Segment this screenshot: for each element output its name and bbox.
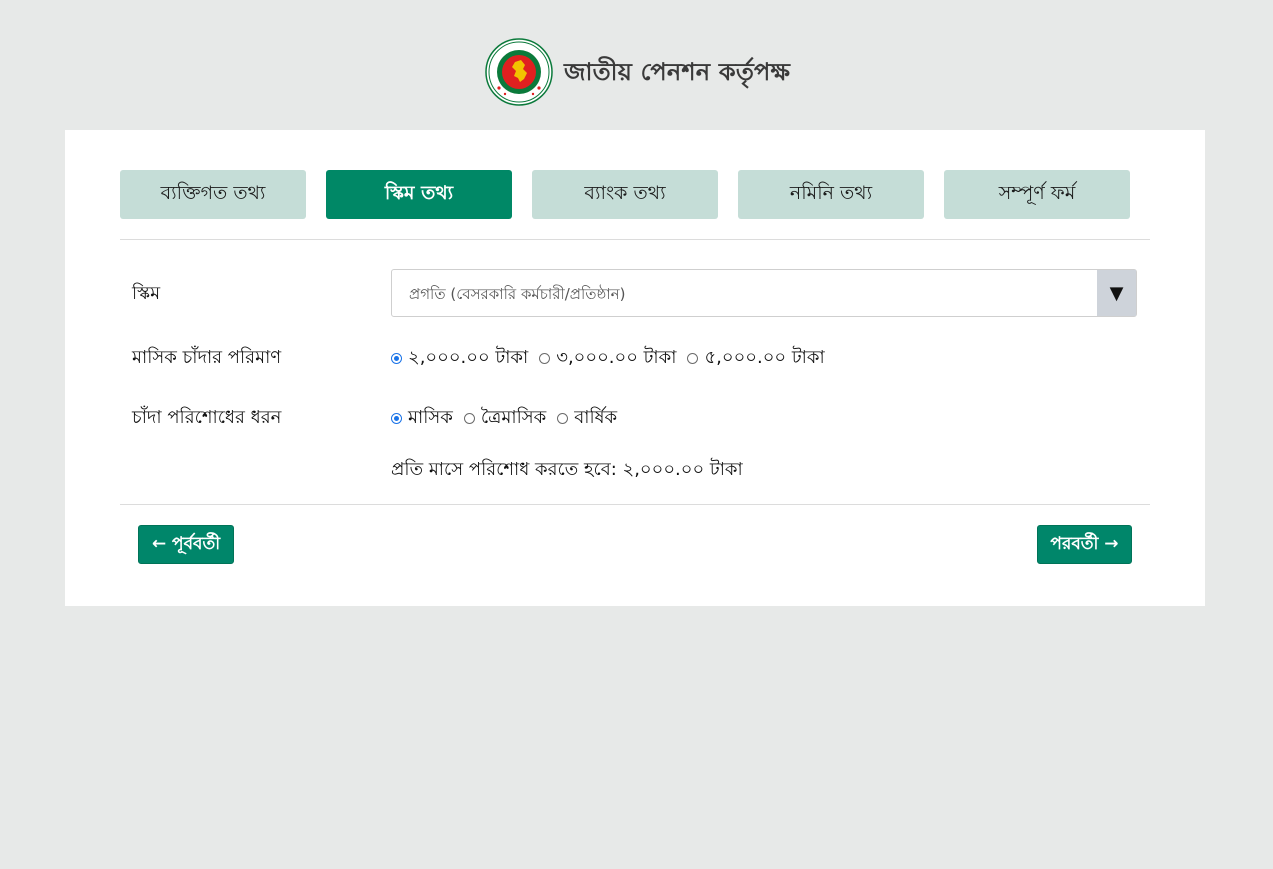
divider <box>120 239 1150 240</box>
radio-label: ২,০০০.০০ টাকা <box>408 347 529 368</box>
radio-button[interactable] <box>463 413 475 424</box>
payment-option-yearly[interactable]: বার্ষিক <box>557 403 617 434</box>
radio-button[interactable] <box>557 413 569 424</box>
radio-label: বার্ষিক <box>574 407 618 428</box>
scheme-select-value: প্রগতি (বেসরকারি কর্মচারী/প্রতিষ্ঠান) <box>409 285 626 303</box>
scheme-select[interactable]: প্রগতি (বেসরকারি কর্মচারী/প্রতিষ্ঠান) ▼ <box>391 269 1137 317</box>
site-header: জাতীয় পেনশন কর্তৃপক্ষ <box>0 0 1273 130</box>
tab-nominee-info[interactable]: নমিনি তথ্য <box>738 170 924 219</box>
form-card: ব্যক্তিগত তথ্য স্কিম তথ্য ব্যাংক তথ্য নম… <box>65 130 1205 606</box>
contribution-option-2000[interactable]: ২,০০০.০০ টাকা <box>391 343 528 374</box>
contribution-option-3000[interactable]: ৩,০০০.০০ টাকা <box>539 343 676 374</box>
previous-button[interactable]: ← পূর্ববর্তী <box>138 525 234 564</box>
next-button[interactable]: পরবর্তী → <box>1037 525 1132 564</box>
scheme-label: স্কিম <box>132 283 161 304</box>
radio-label: মাসিক <box>408 407 453 428</box>
site-title: জাতীয় পেনশন কর্তৃপক্ষ <box>564 58 791 86</box>
chevron-down-icon[interactable]: ▼ <box>1097 270 1136 316</box>
radio-button[interactable] <box>391 353 402 364</box>
radio-button[interactable] <box>539 353 551 364</box>
contribution-amount-label: মাসিক চাঁদার পরিমাণ <box>132 347 282 368</box>
radio-button[interactable] <box>687 353 699 364</box>
payment-option-monthly[interactable]: মাসিক <box>391 403 453 434</box>
radio-label: ৩,০০০.০০ টাকা <box>556 347 677 368</box>
tab-scheme-info[interactable]: স্কিম তথ্য <box>326 170 512 219</box>
tab-personal-info[interactable]: ব্যক্তিগত তথ্য <box>120 170 306 219</box>
tab-complete-form[interactable]: সম্পূর্ণ ফর্ম <box>944 170 1130 219</box>
radio-label: ত্রৈমাসিক <box>480 407 547 428</box>
radio-label: ৫,০০০.০০ টাকা <box>704 347 825 368</box>
payment-type-radios: মাসিক ত্রৈমাসিক বার্ষিক <box>391 403 628 434</box>
government-seal-logo <box>485 38 553 106</box>
radio-button[interactable] <box>391 413 402 424</box>
payment-summary-text: প্রতি মাসে পরিশোধ করতে হবে: ২,০০০.০০ টাক… <box>391 459 743 480</box>
tab-bank-info[interactable]: ব্যাংক তথ্য <box>532 170 718 219</box>
payment-type-label: চাঁদা পরিশোধের ধরন <box>132 407 282 428</box>
divider <box>120 504 1150 505</box>
payment-option-quarterly[interactable]: ত্রৈমাসিক <box>463 403 547 434</box>
contribution-option-5000[interactable]: ৫,০০০.০০ টাকা <box>687 343 825 374</box>
step-tabs: ব্যক্তিগত তথ্য স্কিম তথ্য ব্যাংক তথ্য নম… <box>120 170 1130 219</box>
contribution-amount-radios: ২,০০০.০০ টাকা ৩,০০০.০০ টাকা ৫,০০০.০০ টাক… <box>391 343 836 374</box>
